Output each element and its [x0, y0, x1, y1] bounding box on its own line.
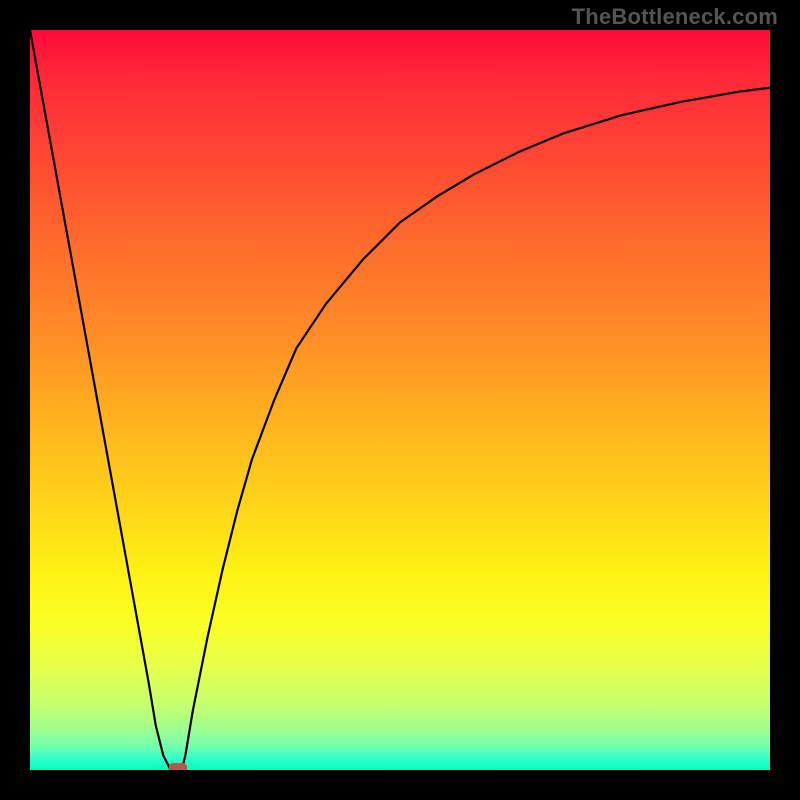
- watermark-text: TheBottleneck.com: [572, 4, 778, 30]
- chart-frame: TheBottleneck.com: [0, 0, 800, 800]
- optimal-point-marker: [169, 763, 187, 770]
- curve-svg: [30, 30, 770, 770]
- bottleneck-curve: [30, 30, 770, 770]
- plot-area: [30, 30, 770, 770]
